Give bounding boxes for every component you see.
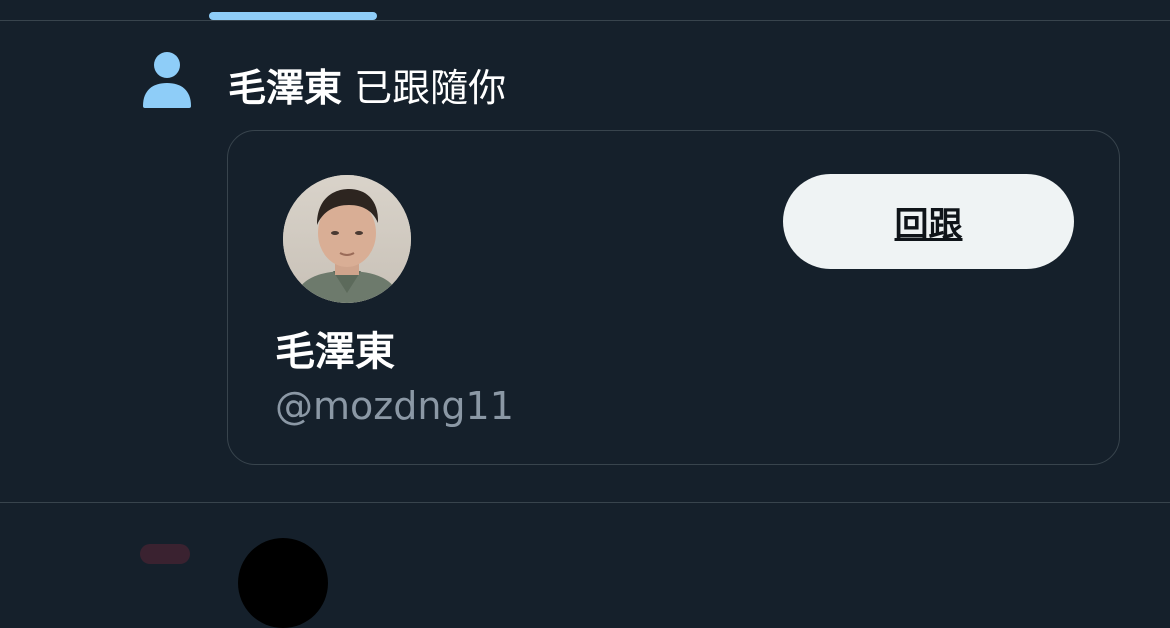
avatar[interactable] <box>283 175 411 303</box>
profile-photo <box>283 175 411 303</box>
notification-action: 已跟隨你 <box>354 66 507 110</box>
follow-back-button[interactable]: 回跟 <box>783 174 1074 269</box>
bottom-divider <box>0 502 1170 503</box>
active-tab-indicator <box>209 12 377 20</box>
top-divider <box>0 20 1170 21</box>
card-handle[interactable]: @mozdng11 <box>275 381 514 431</box>
notification-user-name[interactable]: 毛澤東 <box>228 66 342 110</box>
user-card[interactable]: 回跟 毛澤東 @mozdng11 <box>227 130 1120 465</box>
next-item-avatar[interactable] <box>238 538 328 628</box>
next-item-icon <box>140 544 190 564</box>
person-icon <box>143 52 191 108</box>
follow-notification-text: 毛澤東 已跟隨你 <box>228 62 506 114</box>
card-display-name[interactable]: 毛澤東 <box>275 325 395 379</box>
